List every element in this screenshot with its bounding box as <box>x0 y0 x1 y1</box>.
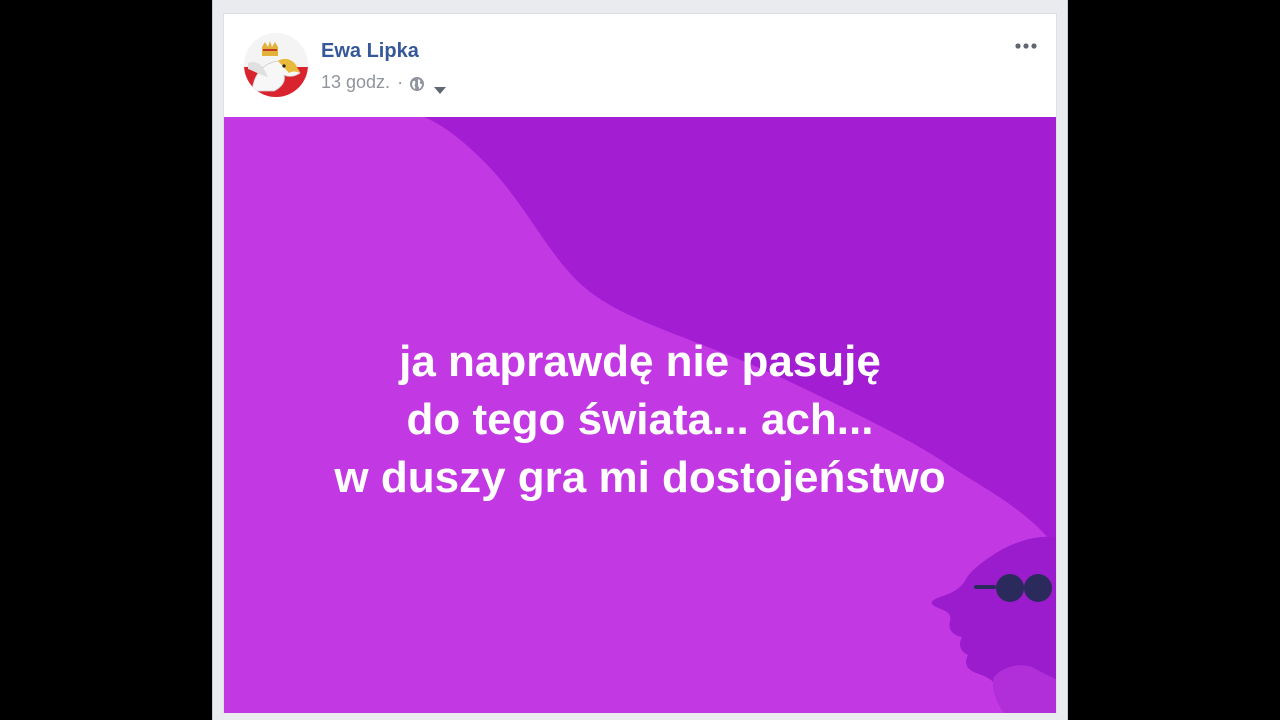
post-meta: 13 godz. · <box>321 72 447 94</box>
post-text-line: do tego świata... ach... <box>406 395 874 444</box>
globe-icon <box>409 76 425 92</box>
post-timestamp[interactable]: 13 godz. <box>321 72 390 93</box>
post-card: Ewa Lipka 13 godz. · ja naprawdę nie pas… <box>223 13 1057 713</box>
author-name-link[interactable]: Ewa Lipka <box>321 40 419 63</box>
eagle-avatar-icon <box>244 33 308 97</box>
more-options-icon[interactable] <box>1014 38 1040 54</box>
post-header: Ewa Lipka 13 godz. · <box>224 14 1056 117</box>
audience-caret-down-icon[interactable] <box>433 79 447 94</box>
feed-column: Ewa Lipka 13 godz. · ja naprawdę nie pas… <box>212 0 1068 720</box>
meta-separator: · <box>397 72 404 92</box>
post-text-line: w duszy gra mi dostojeństwo <box>334 453 946 502</box>
post-background-canvas: ja naprawdę nie pasuję do tego świata...… <box>224 117 1056 713</box>
author-avatar[interactable] <box>244 33 308 97</box>
post-text: ja naprawdę nie pasuję do tego świata...… <box>224 333 1056 507</box>
post-text-line: ja naprawdę nie pasuję <box>399 337 881 386</box>
